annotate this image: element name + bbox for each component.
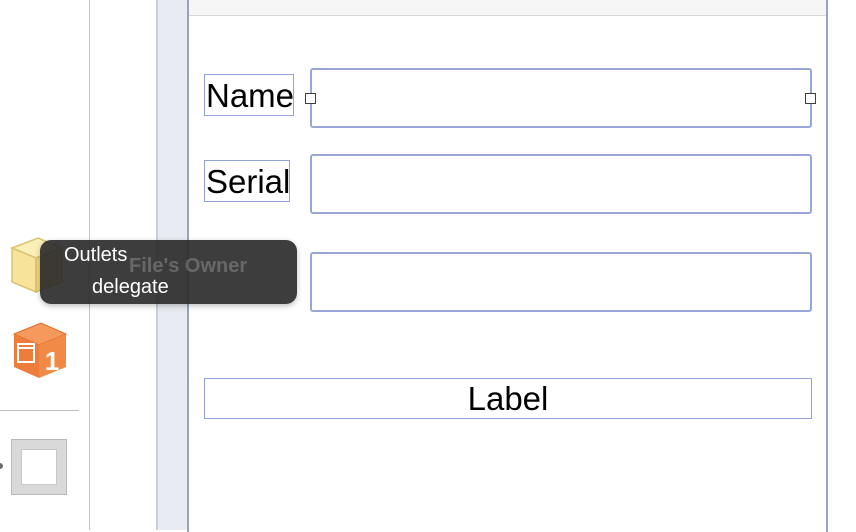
resize-handle-right[interactable]	[805, 93, 816, 104]
view-controller-icon[interactable]: 1	[10, 320, 68, 382]
canvas-right-gutter	[828, 0, 856, 530]
tooltip-outlet-name: delegate	[92, 276, 169, 298]
bottom-label[interactable]: Label	[204, 378, 812, 419]
outline-divider	[0, 410, 79, 411]
view-icon[interactable]	[11, 439, 67, 495]
tooltip-title: Outlets	[64, 244, 128, 266]
view-controller-badge: 1	[45, 346, 59, 376]
name-text-field[interactable]	[310, 68, 812, 128]
outlets-tooltip: File's Owner Outlets delegate	[40, 240, 297, 304]
name-label[interactable]: Name	[204, 74, 294, 116]
view-icon-inner	[21, 449, 57, 485]
third-text-field[interactable]	[310, 252, 812, 312]
serial-label[interactable]: Serial	[204, 160, 290, 202]
resize-handle-left[interactable]	[305, 93, 316, 104]
files-owner-ghost-label: File's Owner	[129, 255, 248, 277]
status-bar-area	[189, 0, 826, 16]
serial-text-field[interactable]	[310, 154, 812, 214]
